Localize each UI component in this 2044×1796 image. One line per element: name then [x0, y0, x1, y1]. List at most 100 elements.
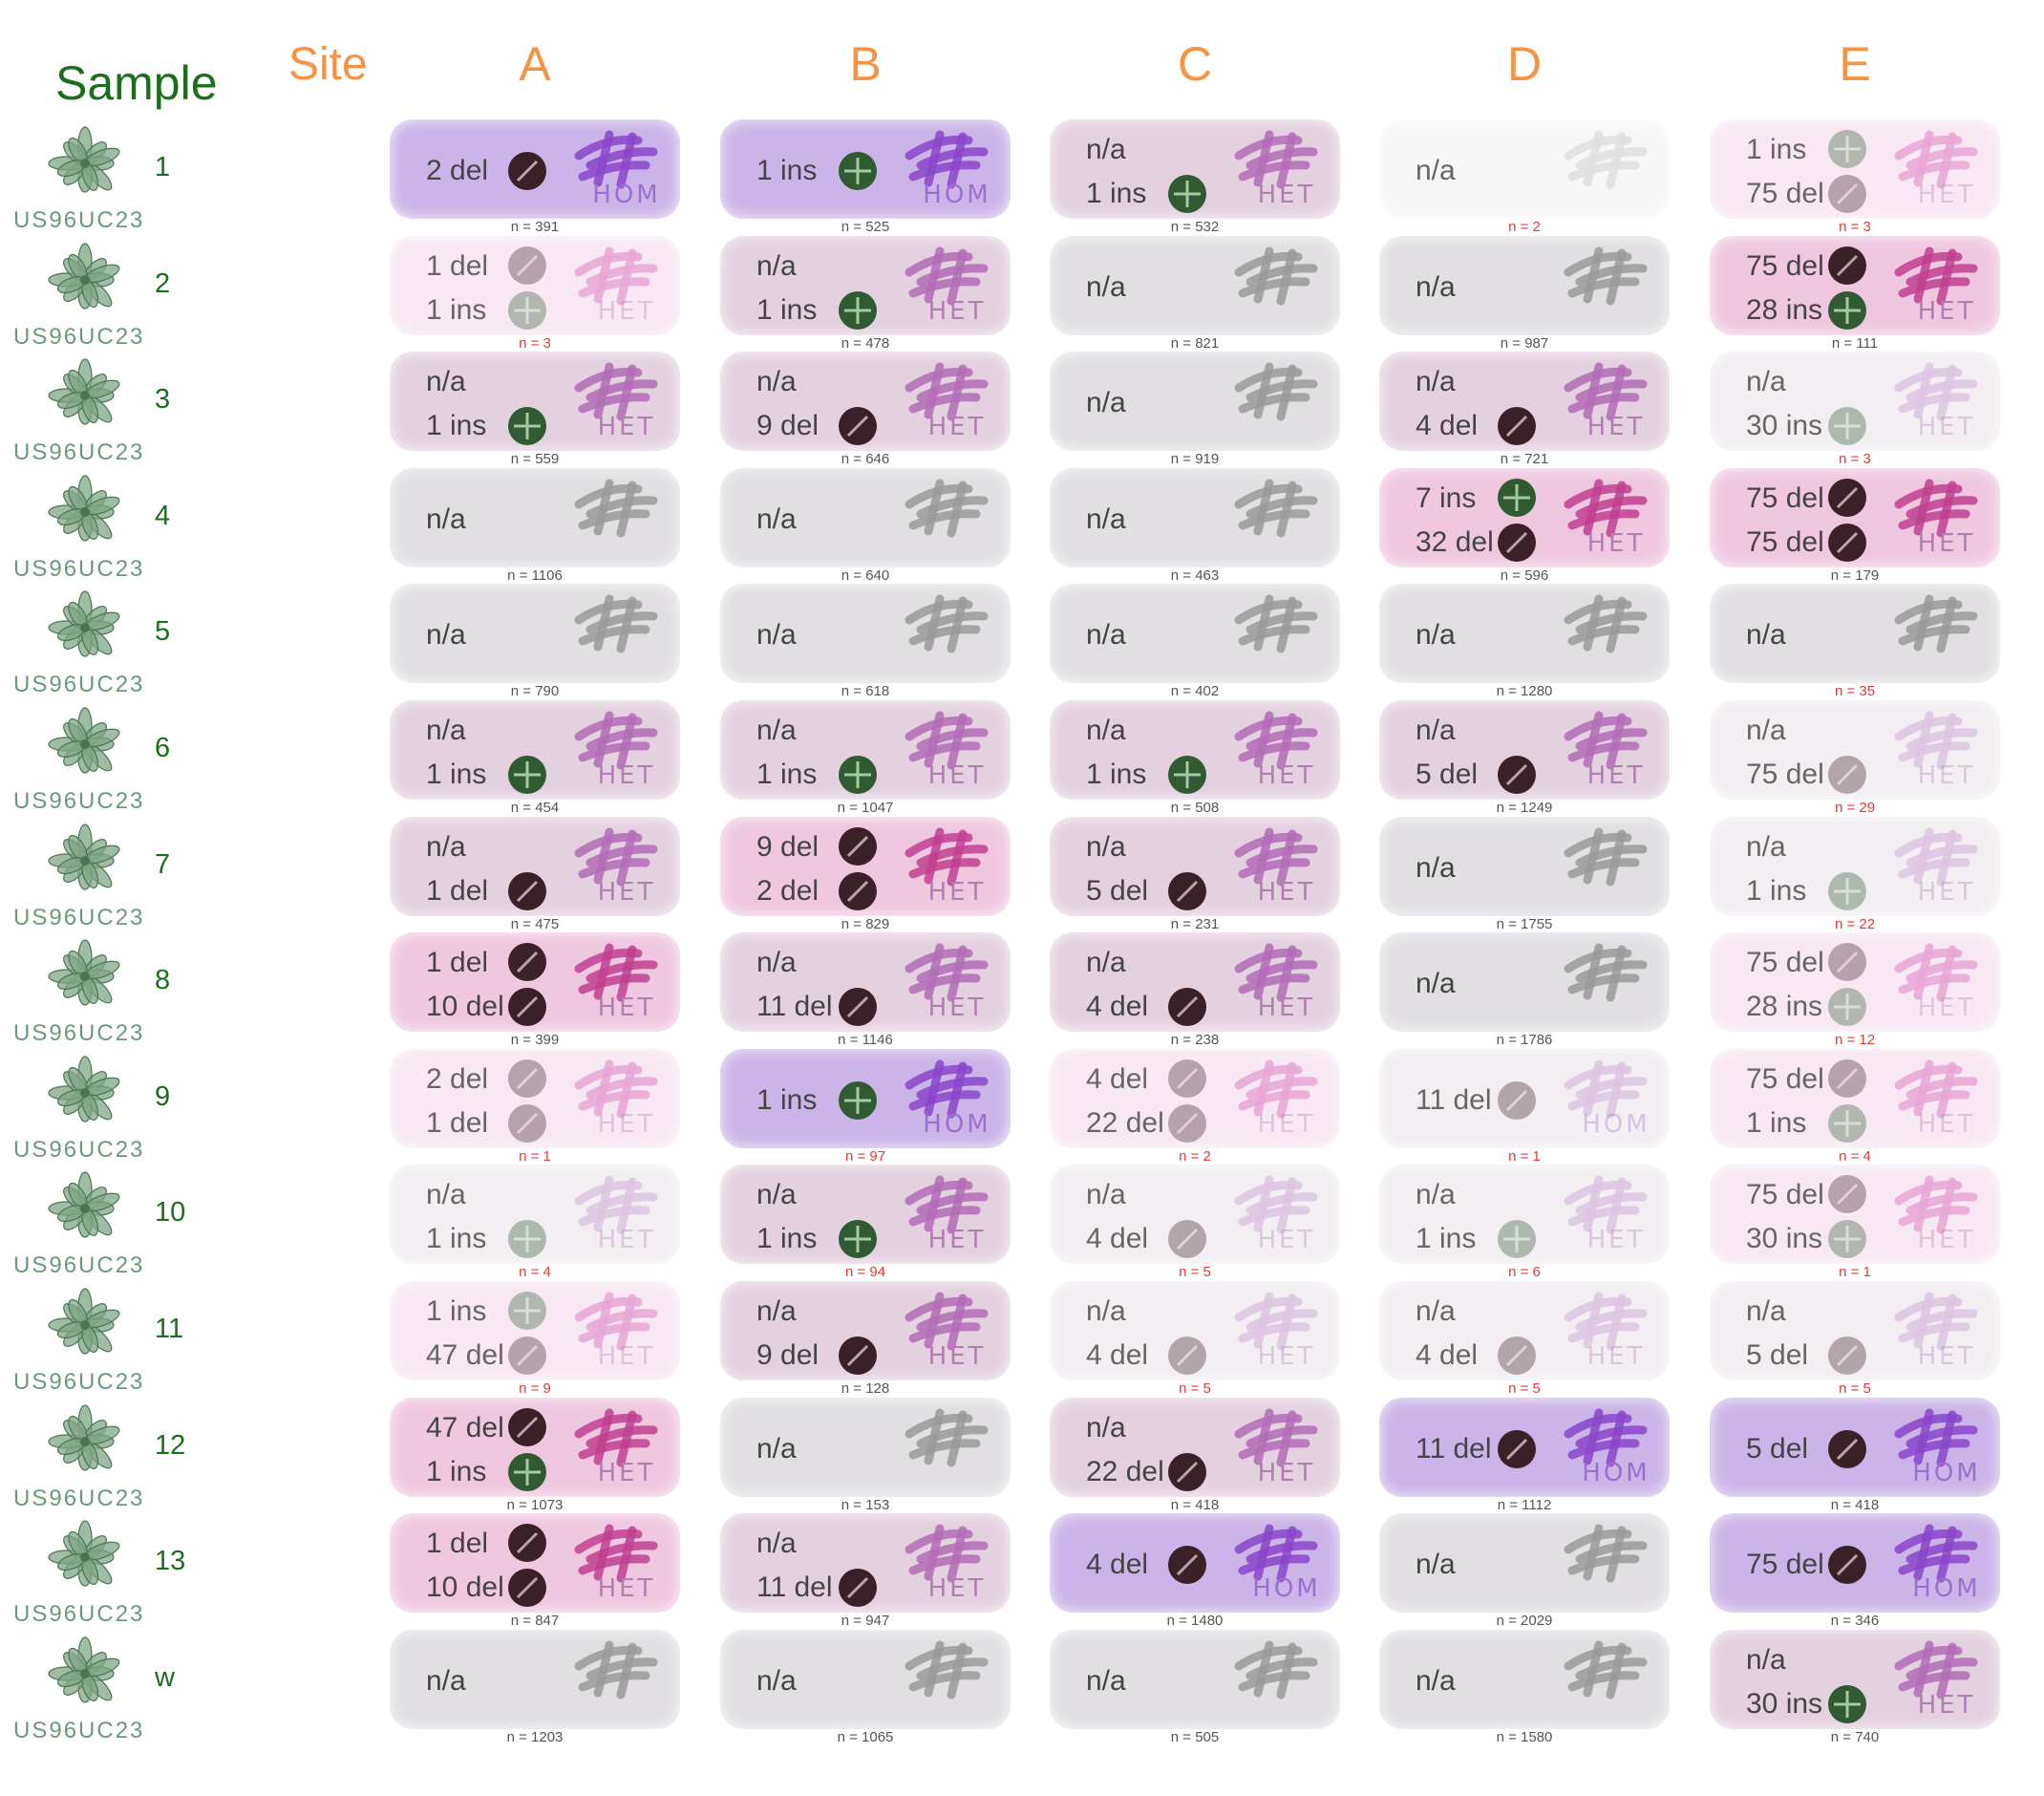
- allele-text: n/a: [756, 1528, 797, 1560]
- sample-label: 1: [155, 152, 171, 182]
- site-header-b: B: [849, 37, 882, 91]
- read-count: n = 1146: [838, 1032, 893, 1049]
- allele-text: 11 del: [1416, 1083, 1492, 1116]
- genotype-cell: 1 del 10 del HET n = 399: [390, 932, 680, 1048]
- genotype-pill: n/a 75 del HET: [1710, 700, 2000, 800]
- read-count: n = 238: [1170, 1032, 1220, 1049]
- genotype-cell: n/a 11 del HET n = 1146: [720, 932, 1011, 1048]
- genotype-label: HET: [1257, 1342, 1316, 1371]
- deletion-icon: [1498, 1429, 1536, 1468]
- genotype-pill: n/a: [1379, 932, 1670, 1033]
- plant-thumbnail: US96UC23: [13, 1045, 142, 1163]
- genotype-label: HET: [1257, 1109, 1316, 1139]
- read-count: n = 829: [841, 915, 890, 932]
- deletion-icon: [508, 246, 546, 285]
- read-count: n = 399: [510, 1032, 560, 1049]
- sequence-scribble-icon: [1559, 940, 1654, 1009]
- allele-text: n/a: [1416, 155, 1456, 186]
- insertion-icon: [1498, 478, 1536, 517]
- genotype-label: HET: [927, 1342, 987, 1371]
- allele-text: 1 ins: [756, 1223, 818, 1255]
- site-header-a: A: [519, 37, 551, 91]
- sequence-scribble-icon: [569, 476, 665, 545]
- sequence-scribble-icon: [900, 1405, 995, 1474]
- genotype-cell: n/a 4 del HET n = 238: [1050, 932, 1340, 1048]
- genotype-label: HOM: [592, 181, 661, 209]
- genotype-pill: n/a: [390, 1629, 680, 1729]
- insertion-icon: [1498, 1220, 1536, 1259]
- allele-text: n/a: [756, 1179, 797, 1211]
- genotype-label: HET: [927, 413, 987, 442]
- read-count: n = 640: [841, 567, 890, 584]
- site-header-e: E: [1839, 37, 1871, 91]
- genotype-cell: 75 del HOM n = 346: [1710, 1513, 2000, 1629]
- genotype-cell: n/a n = 402: [1050, 584, 1340, 699]
- plant-id-label: US96UC23: [13, 555, 145, 582]
- allele-text: 2 del: [426, 155, 489, 186]
- genotype-label: HET: [1917, 994, 1976, 1023]
- allele-text: n/a: [756, 1432, 797, 1465]
- allele-text: n/a: [756, 947, 797, 979]
- read-count: n = 1280: [1496, 683, 1553, 700]
- genotype-label: HET: [1917, 528, 1976, 558]
- allele-text: 1 ins: [756, 155, 818, 186]
- plant-id-label: US96UC23: [13, 323, 145, 350]
- read-count: n = 646: [841, 451, 890, 468]
- deletion-icon: [1498, 523, 1536, 562]
- genotype-cell: n/a 4 del HET n = 721: [1379, 352, 1670, 467]
- deletion-icon: [1168, 988, 1206, 1027]
- genotype-pill: n/a: [1050, 352, 1340, 452]
- deletion-icon: [1828, 523, 1866, 562]
- allele-text: n/a: [426, 366, 466, 398]
- plant-thumbnail: US96UC23: [13, 696, 142, 814]
- allele-text: n/a: [426, 1664, 466, 1697]
- genotype-cell: 47 del 1 ins HET n = 1073: [390, 1397, 680, 1513]
- genotype-label: HET: [597, 761, 656, 790]
- genotype-pill: n/a: [1050, 1629, 1340, 1729]
- genotype-cell: n/a n = 821: [1050, 235, 1340, 352]
- genotype-cell: n/a 4 del HET n = 5: [1050, 1281, 1340, 1397]
- genotype-label: HET: [1257, 877, 1316, 907]
- allele-text: n/a: [756, 502, 797, 535]
- genotype-label: HET: [1257, 181, 1316, 209]
- genotype-cell: n/a 1 ins HET n = 478: [720, 235, 1011, 352]
- allele-text: 22 del: [1086, 1455, 1164, 1487]
- read-count: n = 5: [1508, 1380, 1541, 1397]
- read-count: n = 919: [1170, 451, 1220, 468]
- genotype-cell: n/a n = 790: [390, 584, 680, 699]
- genotype-pill: n/a 1 ins HET: [1050, 119, 1340, 219]
- genotype-label: HET: [1917, 1226, 1976, 1255]
- allele-text: 28 ins: [1746, 991, 1823, 1023]
- allele-text: 11 del: [756, 991, 833, 1023]
- genotype-label: HOM: [1582, 1109, 1650, 1139]
- genotype-label: HOM: [1252, 1574, 1321, 1604]
- genotype-pill: n/a 5 del HET: [1379, 700, 1670, 800]
- allele-text: n/a: [426, 502, 466, 535]
- read-count: n = 346: [1830, 1613, 1880, 1630]
- genotype-pill: n/a 1 ins HET: [390, 1165, 680, 1265]
- allele-text: 5 del: [1086, 874, 1149, 907]
- insertion-icon: [508, 756, 546, 794]
- allele-text: n/a: [1416, 619, 1456, 652]
- genotype-cell: n/a n = 1065: [720, 1629, 1011, 1745]
- insertion-icon: [839, 152, 877, 190]
- plant-thumbnail: US96UC23: [13, 1394, 142, 1511]
- allele-text: 4 del: [1416, 410, 1479, 442]
- plant-id-label: US96UC23: [13, 1717, 145, 1743]
- sequence-scribble-icon: [1229, 1637, 1325, 1706]
- allele-text: 1 del: [426, 947, 489, 979]
- genotype-pill: 75 del 75 del HET: [1710, 467, 2000, 567]
- genotype-cell: n/a 9 del HET n = 646: [720, 352, 1011, 467]
- sequence-scribble-icon: [900, 591, 995, 660]
- site-header-c: C: [1177, 37, 1213, 91]
- genotype-label: HET: [597, 1109, 656, 1139]
- genotype-pill: n/a 30 ins HET: [1710, 352, 2000, 452]
- allele-text: n/a: [756, 1664, 797, 1697]
- deletion-icon: [508, 1103, 546, 1143]
- read-count: n = 947: [841, 1613, 890, 1630]
- sample-label: 8: [155, 965, 171, 996]
- genotype-pill: n/a 1 ins HET: [390, 352, 680, 452]
- genotype-label: HOM: [1582, 1458, 1650, 1487]
- deletion-icon: [508, 871, 546, 910]
- read-count: n = 128: [841, 1380, 890, 1397]
